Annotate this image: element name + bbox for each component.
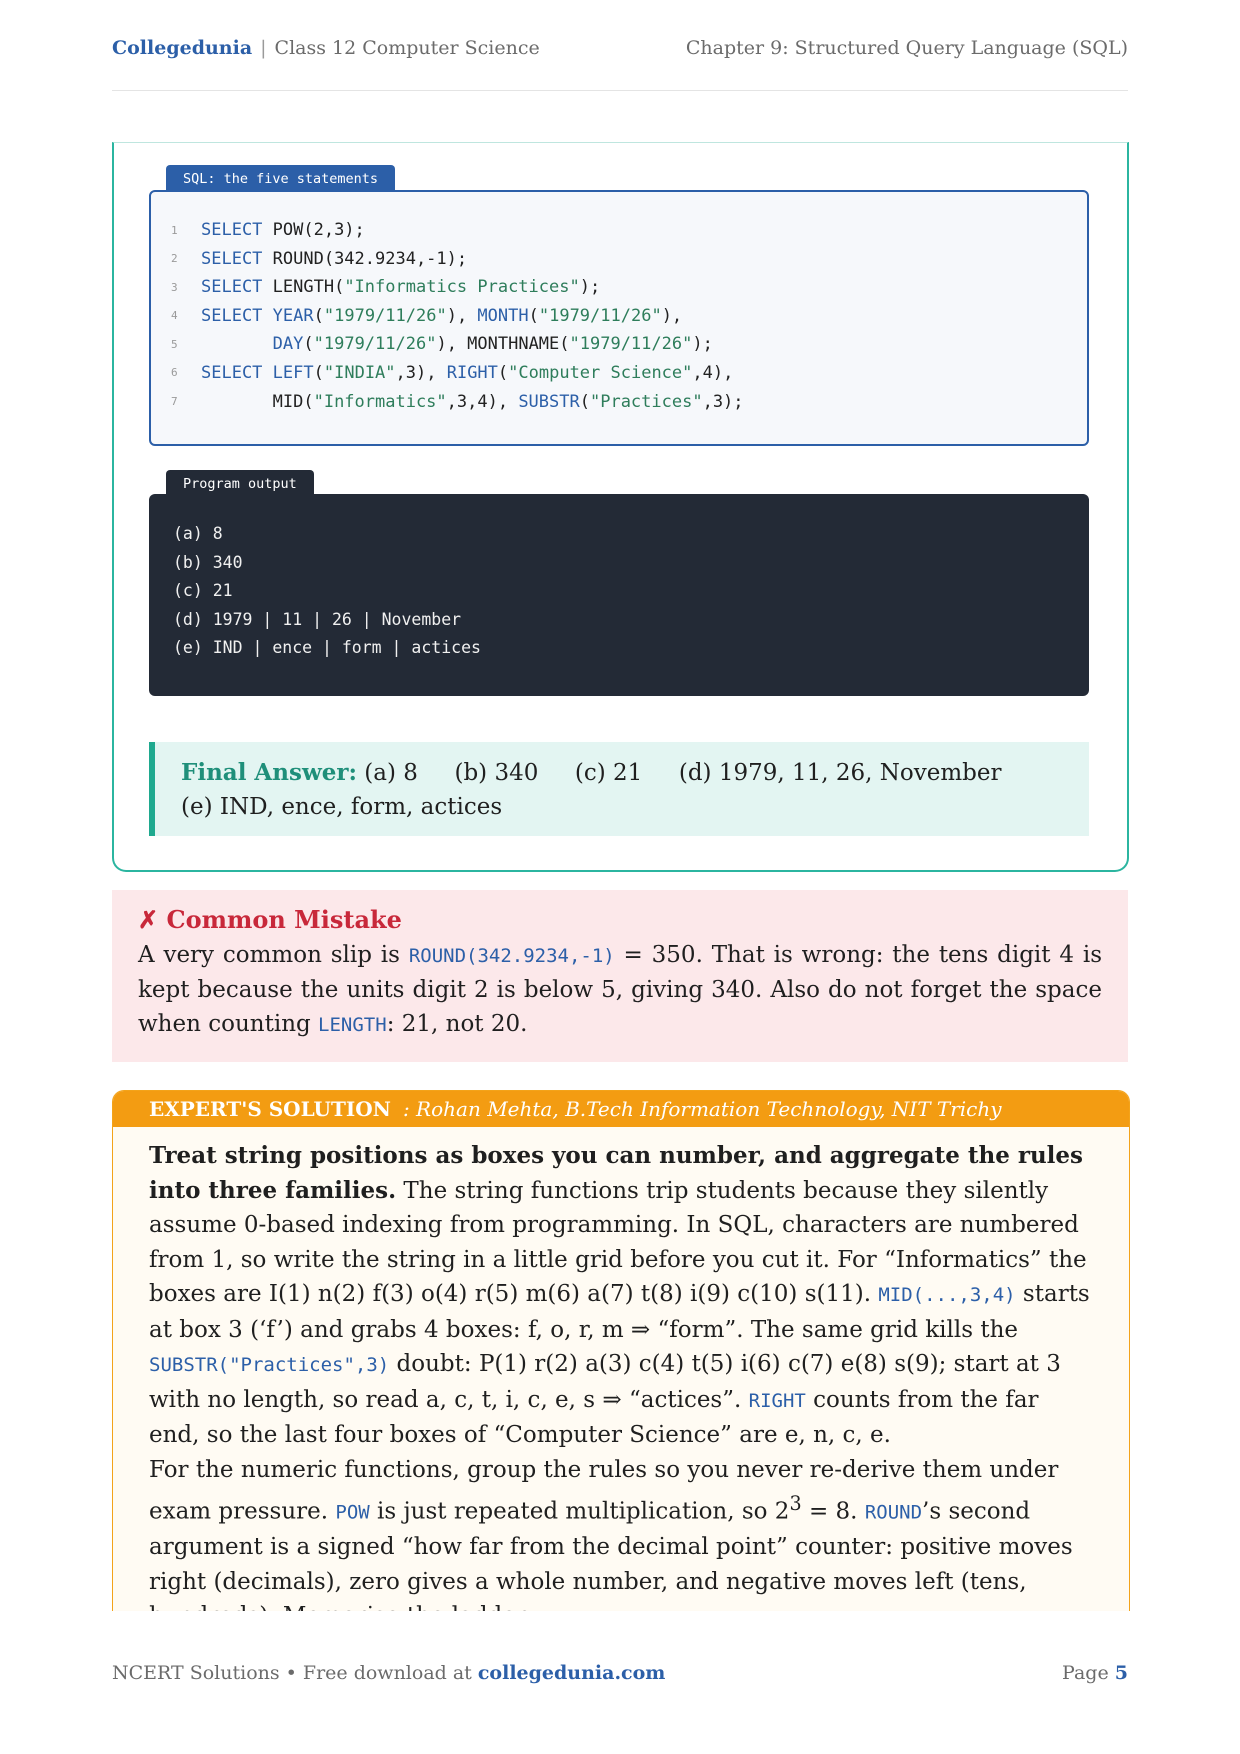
- expert-author: : Rohan Mehta, B.Tech Information Techno…: [402, 1097, 1002, 1121]
- output-listing: (a) 8 (b) 340 (c) 21 (d) 1979 | 11 | 26 …: [173, 524, 481, 667]
- output-line: (c) 21: [173, 581, 233, 601]
- code-line: 6 SELECT LEFT("INDIA",3), RIGHT("Computer…: [171, 362, 734, 383]
- header-separator: |: [260, 37, 267, 59]
- output-panel: (a) 8 (b) 340 (c) 21 (d) 1979 | 11 | 26 …: [149, 494, 1089, 696]
- expert-code: POW: [335, 1501, 370, 1524]
- common-mistake-body: A very common slip is ROUND(342.9234,-1)…: [138, 938, 1102, 1042]
- course-name: Class 12 Computer Science: [274, 37, 540, 59]
- line-number: 7: [171, 395, 178, 409]
- line-number: 1: [171, 223, 178, 237]
- page-number: Page 5: [1062, 1662, 1128, 1684]
- output-line: (a) 8: [173, 524, 223, 543]
- common-mistake-box: ✗ Common Mistake A very common slip is R…: [112, 890, 1128, 1062]
- line-number: 3: [171, 280, 178, 294]
- final-answer-box: Final Answer: (a) 8 (b) 340 (c) 21 (d) 1…: [149, 742, 1089, 836]
- code-panel-title: SQL: the five statements: [166, 165, 396, 193]
- footer-text: NCERT Solutions • Free download at: [112, 1662, 478, 1684]
- code-line: 5 DAY("1979/11/26"), MONTHNAME("1979/11/…: [171, 334, 713, 355]
- expert-code: SUBSTR("Practices",3): [149, 1354, 390, 1376]
- expert-solution-header: EXPERT'S SOLUTION : Rohan Mehta, B.Tech I…: [113, 1091, 1129, 1127]
- expert-text: is just repeated multiplication, so 2: [369, 1498, 790, 1525]
- output-line: (b) 340: [173, 552, 243, 572]
- expert-paragraph: For the numeric functions, group the rul…: [149, 1453, 1093, 1612]
- output-line: (d) 1979 | 11 | 26 | November: [173, 609, 462, 629]
- final-answer-label: Final Answer:: [181, 759, 357, 786]
- header-brand: Collegedunia | Class 12 Computer Science: [112, 37, 540, 59]
- expert-text: = 8.: [801, 1498, 865, 1525]
- line-number: 5: [171, 337, 178, 351]
- expert-code: RIGHT: [748, 1389, 806, 1412]
- exponent: 3: [789, 1492, 802, 1515]
- page-header: Collegedunia | Class 12 Computer Science C…: [112, 34, 1128, 91]
- expert-solution-box: EXPERT'S SOLUTION : Rohan Mehta, B.Tech I…: [112, 1090, 1130, 1611]
- page-label: Page: [1062, 1662, 1115, 1684]
- mistake-text: A very common slip is: [138, 942, 409, 968]
- code-line: 4 SELECT YEAR("1979/11/26"), MONTH("1979/…: [171, 305, 683, 326]
- chapter-title: Chapter 9: Structured Query Language (SQ…: [685, 37, 1128, 59]
- code-line: 3 SELECT LENGTH("Informatics Practices");: [171, 277, 601, 298]
- expert-paragraph: Treat string positions as boxes you can …: [149, 1139, 1093, 1453]
- expert-label: EXPERT'S SOLUTION: [149, 1097, 391, 1121]
- code-listing: 1 SELECT POW(2,3); 2 SELECT ROUND(342.9234…: [171, 220, 744, 420]
- code-line: 1 SELECT POW(2,3);: [171, 220, 365, 240]
- mistake-code: ROUND(342.9234,-1): [408, 945, 615, 967]
- brand-name[interactable]: Collegedunia: [112, 37, 252, 59]
- code-panel: 1 SELECT POW(2,3); 2 SELECT ROUND(342.9234…: [149, 190, 1089, 446]
- mistake-code: LENGTH: [318, 1014, 387, 1036]
- mistake-text: : 21, not 20.: [386, 1011, 528, 1037]
- line-number: 2: [171, 252, 178, 266]
- expert-solution-body: Treat string positions as boxes you can …: [113, 1127, 1129, 1611]
- output-line: (e) IND | ence | form | actices: [173, 638, 481, 658]
- expert-code: ROUND: [864, 1501, 923, 1524]
- code-line: 7 MID("Informatics",3,4), SUBSTR("Practi…: [171, 391, 744, 412]
- common-mistake-title: ✗ Common Mistake: [138, 905, 402, 934]
- expert-code: MID(...,3,4): [878, 1284, 1016, 1306]
- page-num: 5: [1114, 1662, 1128, 1684]
- line-number: 4: [171, 309, 178, 323]
- page-footer: NCERT Solutions • Free download at colle…: [112, 1662, 1128, 1684]
- footer-link[interactable]: collegedunia.com: [478, 1662, 666, 1684]
- code-line: 2 SELECT ROUND(342.9234,-1);: [171, 248, 468, 269]
- line-number: 6: [171, 366, 178, 380]
